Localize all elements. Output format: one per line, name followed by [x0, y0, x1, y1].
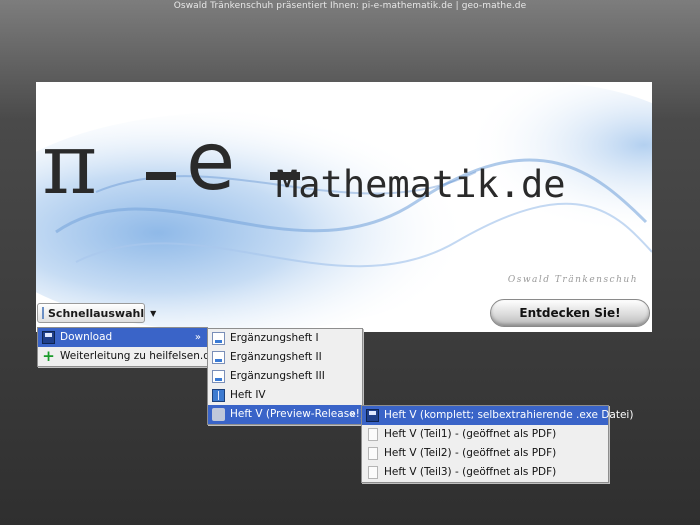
menu-item-label: Heft IV — [230, 389, 266, 401]
menu-item-heft-5-part-1[interactable]: Heft V (Teil1) - (geöffnet als PDF) — [362, 425, 608, 444]
menu-item-ergaenzungsheft-2[interactable]: Ergänzungsheft II — [208, 348, 362, 367]
submenu-arrow-icon: » — [194, 332, 201, 343]
menu-item-heft-5-preview[interactable]: Heft V (Preview-Release!) » — [208, 405, 364, 424]
discover-button[interactable]: Entdecken Sie! — [490, 299, 650, 327]
menu-item-ergaenzungsheft-3[interactable]: Ergänzungsheft III — [208, 367, 362, 386]
menu-item-heft-5-complete[interactable]: Heft V (komplett; selbextrahierende .exe… — [362, 406, 633, 425]
menu-item-heft-4[interactable]: Heft IV — [208, 386, 362, 405]
dropdown-arrow-icon: ▼ — [150, 308, 157, 318]
logo-pi: π — [42, 115, 98, 213]
book-icon — [212, 389, 225, 402]
quick-select-menu: Download » + Weiterleitung zu heilfelsen… — [37, 327, 216, 367]
quick-select-label: Schnellauswahl — [48, 306, 145, 320]
menu-item-label: Download — [60, 331, 113, 343]
menu-item-ergaenzungsheft-1[interactable]: Ergänzungsheft I — [208, 329, 362, 348]
logo-dash — [146, 172, 176, 180]
menu-item-heft-5-part-3[interactable]: Heft V (Teil3) - (geöffnet als PDF) — [362, 463, 608, 482]
submenu-arrow-icon: » — [349, 409, 356, 420]
menu-item-download[interactable]: Download » — [38, 328, 207, 347]
document-icon — [42, 307, 44, 319]
download-icon — [212, 408, 225, 421]
floppy-icon — [42, 331, 55, 344]
floppy-icon — [366, 409, 379, 422]
page-icon — [212, 332, 225, 345]
menu-item-label: Ergänzungsheft I — [230, 332, 319, 344]
blank-page-icon — [368, 466, 378, 479]
menu-item-label: Weiterleitung zu heilfelsen.de — [60, 350, 217, 362]
menu-item-label: Heft V (komplett; selbextrahierende .exe… — [384, 409, 634, 421]
page-header: Oswald Tränkenschuh präsentiert Ihnen: p… — [173, 1, 527, 11]
menu-item-label: Heft V (Teil3) - (geöffnet als PDF) — [384, 466, 557, 478]
logo-e: e — [186, 115, 236, 208]
menu-item-label: Ergänzungsheft II — [230, 351, 322, 363]
menu-item-heft-5-part-2[interactable]: Heft V (Teil2) - (geöffnet als PDF) — [362, 444, 608, 463]
quick-select-button[interactable]: Schnellauswahl ▼ — [37, 303, 156, 323]
menu-item-label: Heft V (Preview-Release!) — [230, 408, 364, 420]
blank-page-icon — [368, 428, 378, 441]
heft-5-submenu: Heft V (komplett; selbextrahierende .exe… — [361, 405, 633, 483]
page-icon — [212, 351, 225, 364]
plus-icon: + — [42, 347, 55, 365]
blank-page-icon — [368, 447, 378, 460]
banner-swirl-art — [36, 82, 652, 332]
menu-item-redirect-heilfelsen[interactable]: + Weiterleitung zu heilfelsen.de — [38, 347, 216, 366]
banner: π e Mathematik.de Oswald Tränkenschuh — [36, 82, 652, 332]
signature: Oswald Tränkenschuh — [507, 275, 638, 285]
menu-item-label: Heft V (Teil2) - (geöffnet als PDF) — [384, 447, 557, 459]
download-submenu: Ergänzungsheft I Ergänzungsheft II Ergän… — [207, 328, 364, 425]
menu-item-label: Heft V (Teil1) - (geöffnet als PDF) — [384, 428, 557, 440]
menu-item-label: Ergänzungsheft III — [230, 370, 325, 382]
page-icon — [212, 370, 225, 383]
logo-wordmark: Mathematik.de — [276, 163, 566, 206]
